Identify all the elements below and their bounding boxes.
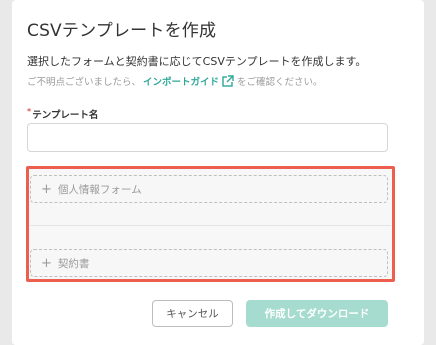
help-hint: ご不明点ございましたら、 インポートガイド をご確認ください。 <box>27 74 323 88</box>
add-form-button[interactable]: + 個人情報フォーム <box>30 175 388 203</box>
divider <box>30 225 391 226</box>
template-name-label: *テンプレート名 <box>27 107 98 121</box>
add-form-label: 個人情報フォーム <box>57 183 142 196</box>
add-contract-label: 契約書 <box>57 257 90 270</box>
import-guide-link[interactable]: インポートガイド <box>143 74 219 88</box>
cancel-button[interactable]: キャンセル <box>152 300 233 327</box>
template-name-label-text: テンプレート名 <box>32 110 99 121</box>
modal-description: 選択したフォームと契約書に応じてCSVテンプレートを作成します。 <box>27 55 367 68</box>
add-contract-button[interactable]: + 契約書 <box>30 249 388 277</box>
modal-title: CSVテンプレートを作成 <box>27 21 217 41</box>
plus-icon: + <box>41 255 52 271</box>
template-name-input[interactable] <box>27 123 388 152</box>
hint-suffix: をご確認ください。 <box>237 77 323 88</box>
external-link-icon[interactable] <box>222 75 235 87</box>
required-mark: * <box>27 107 32 116</box>
create-and-download-button[interactable]: 作成してダウンロード <box>246 300 388 327</box>
hint-prefix: ご不明点ございましたら、 <box>27 77 142 88</box>
plus-icon: + <box>41 181 52 197</box>
